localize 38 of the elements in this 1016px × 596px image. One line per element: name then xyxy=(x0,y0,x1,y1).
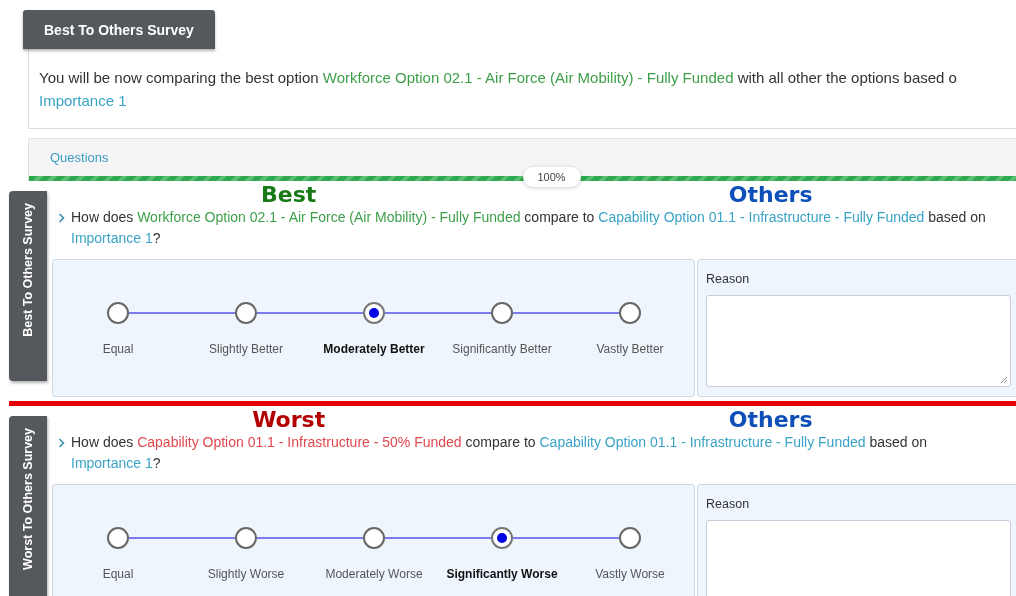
rating-label: Moderately Worse xyxy=(324,567,424,581)
reason-field[interactable] xyxy=(706,295,1011,387)
rating-radio[interactable] xyxy=(491,527,513,549)
rating-label: Slightly Better xyxy=(207,342,284,356)
progress-label: 100% xyxy=(522,167,581,187)
rating-radio[interactable] xyxy=(491,302,513,324)
rating-label: Moderately Better xyxy=(322,342,426,356)
section-heading: Others xyxy=(727,183,814,207)
section-heading: Best xyxy=(260,183,318,207)
rating-label: Significantly Better xyxy=(451,342,553,356)
rating-radio[interactable] xyxy=(619,302,641,324)
vertical-section-tab[interactable]: Best To Others Survey xyxy=(9,191,47,381)
rating-radio[interactable] xyxy=(107,302,129,324)
chevron-icon xyxy=(58,213,65,223)
reason-field[interactable] xyxy=(706,520,1011,596)
rating-radio[interactable] xyxy=(363,302,385,324)
intro-text: You will be now comparing the best option Workforce Option 02.1 - Air Force (Air Mobility) - Fully Funded with all other the options based o xyxy=(39,68,958,88)
rating-label: Equal xyxy=(101,342,135,356)
rating-label: Equal xyxy=(101,567,135,581)
intro-text: Importance 1 xyxy=(39,91,128,111)
resize-grip-icon xyxy=(999,375,1008,384)
section-heading: Others xyxy=(727,408,814,432)
rating-label: Vastly Worse xyxy=(594,567,666,581)
rating-radio[interactable] xyxy=(235,302,257,324)
rating-label: Vastly Better xyxy=(595,342,665,356)
question-text: How does Workforce Option 02.1 - Air Force (Air Mobility) - Fully Funded compare to Capability Option 01.1 - Infrastructure - Fully Funded based on Importance 1? xyxy=(71,208,986,248)
reason-label: Reason xyxy=(706,272,751,286)
vertical-section-tab[interactable]: Worst To Others Survey xyxy=(9,416,47,596)
rating-radio[interactable] xyxy=(619,527,641,549)
rating-radio[interactable] xyxy=(107,527,129,549)
section-heading: Worst xyxy=(251,408,327,432)
question-text: How does Capability Option 01.1 - Infrastructure - 50% Funded compare to Capability Option 01.1 - Infrastructure - Fully Funded based on Importance 1? xyxy=(71,433,929,473)
chevron-icon xyxy=(58,438,65,448)
rating-label: Slightly Worse xyxy=(206,567,286,581)
rating-label: Significantly Worse xyxy=(445,567,559,581)
reason-label: Reason xyxy=(706,497,751,511)
rating-radio[interactable] xyxy=(235,527,257,549)
rating-radio[interactable] xyxy=(363,527,385,549)
